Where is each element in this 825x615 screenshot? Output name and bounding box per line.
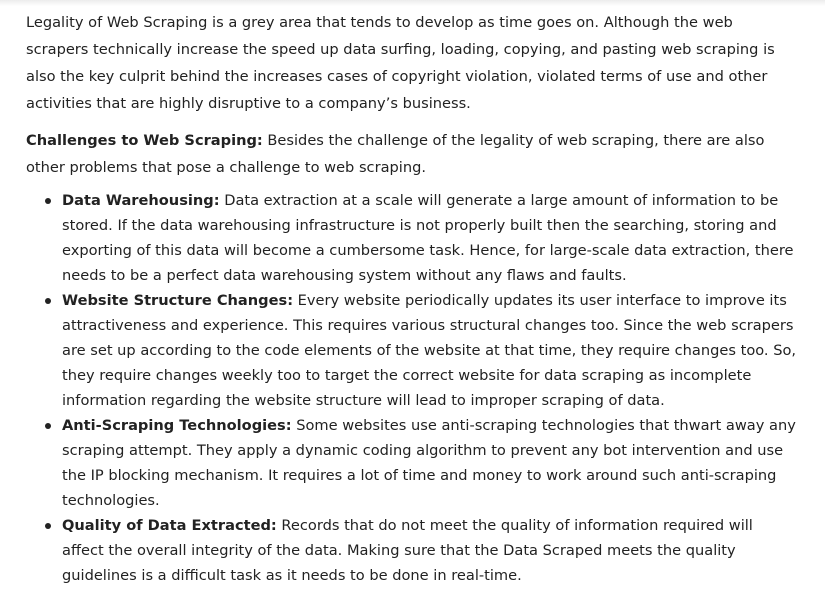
intro-paragraph: Legality of Web Scraping is a grey area … — [26, 14, 775, 112]
list-item-website-structure-changes: Website Structure Changes: Every website… — [45, 288, 798, 413]
top-edge-shadow — [0, 0, 825, 6]
list-item-title: Website Structure Changes: — [62, 292, 294, 309]
list-item-anti-scraping-technologies: Anti-Scraping Technologies: Some website… — [45, 413, 798, 513]
list-item-data-warehousing: Data Warehousing: Data extraction at a s… — [45, 188, 798, 288]
article-body: Legality of Web Scraping is a grey area … — [26, 9, 798, 588]
list-item-title: Quality of Data Extracted: — [62, 517, 277, 534]
list-item-text: Every website periodically updates its u… — [62, 292, 797, 409]
list-item-quality-of-data-extracted: Quality of Data Extracted: Records that … — [45, 513, 798, 588]
challenges-paragraph: Challenges to Web Scraping: Besides the … — [26, 127, 798, 181]
list-item-title: Anti-Scraping Technologies: — [62, 417, 292, 434]
bullet-icon — [45, 198, 51, 204]
bullet-icon — [45, 423, 51, 429]
challenges-heading: Challenges to Web Scraping: — [26, 132, 263, 149]
bullet-icon — [45, 298, 51, 304]
bullet-icon — [45, 523, 51, 529]
list-item-title: Data Warehousing: — [62, 192, 220, 209]
challenges-list: Data Warehousing: Data extraction at a s… — [26, 188, 798, 588]
